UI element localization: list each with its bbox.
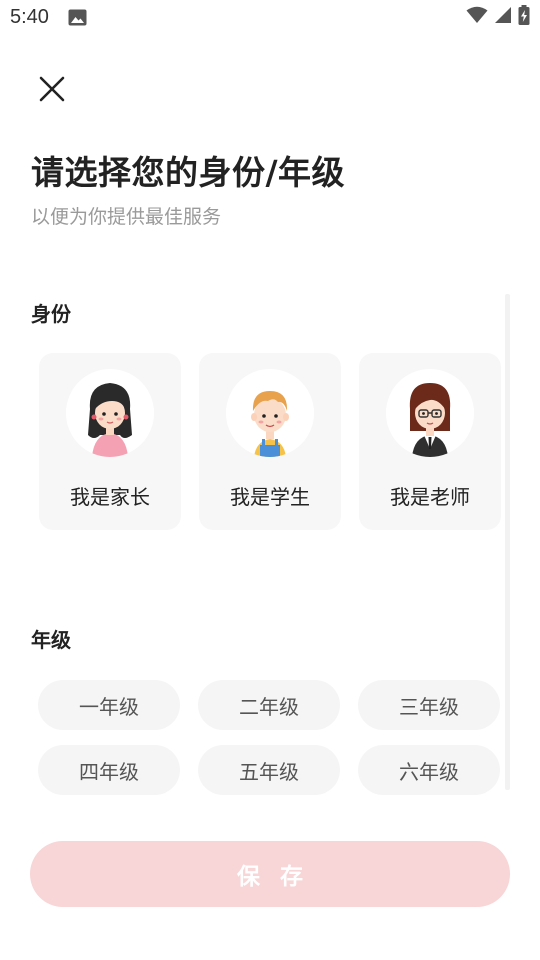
save-button-label: 保存 <box>237 863 323 889</box>
status-time: 5:40 <box>10 6 49 28</box>
wifi-icon <box>466 6 488 28</box>
teacher-avatar-icon <box>386 369 474 457</box>
parent-avatar-icon <box>66 369 154 457</box>
identity-card-teacher[interactable]: 我是老师 <box>359 353 501 530</box>
close-button[interactable] <box>32 70 72 110</box>
scrollbar[interactable] <box>505 294 510 790</box>
grade-option-6[interactable]: 六年级 <box>358 745 500 795</box>
gallery-icon <box>68 9 87 26</box>
save-button[interactable]: 保存 <box>30 841 510 907</box>
student-avatar-icon <box>226 369 314 457</box>
identity-card-label: 我是家长 <box>70 485 150 509</box>
identity-card-parent[interactable]: 我是家长 <box>39 353 181 530</box>
identity-card-label: 我是学生 <box>230 485 310 509</box>
grade-option-2[interactable]: 二年级 <box>198 680 340 730</box>
signal-icon <box>494 6 512 28</box>
grade-options: 一年级 二年级 三年级 四年级 五年级 六年级 <box>38 680 500 795</box>
identity-card-student[interactable]: 我是学生 <box>199 353 341 530</box>
grade-option-1[interactable]: 一年级 <box>38 680 180 730</box>
status-bar: 5:40 <box>0 0 540 36</box>
grade-option-3[interactable]: 三年级 <box>358 680 500 730</box>
battery-charging-icon <box>518 5 530 29</box>
identity-card-label: 我是老师 <box>390 485 470 509</box>
identity-section-label: 身份 <box>31 302 71 326</box>
page-subtitle: 以便为你提供最佳服务 <box>31 206 222 228</box>
page-title: 请选择您的身份/年级 <box>31 153 346 192</box>
grade-option-4[interactable]: 四年级 <box>38 745 180 795</box>
grade-option-5[interactable]: 五年级 <box>198 745 340 795</box>
grade-section-label: 年级 <box>31 628 71 652</box>
close-icon <box>39 76 65 102</box>
identity-options: 我是家长 我是学生 我是老师 <box>39 353 501 530</box>
